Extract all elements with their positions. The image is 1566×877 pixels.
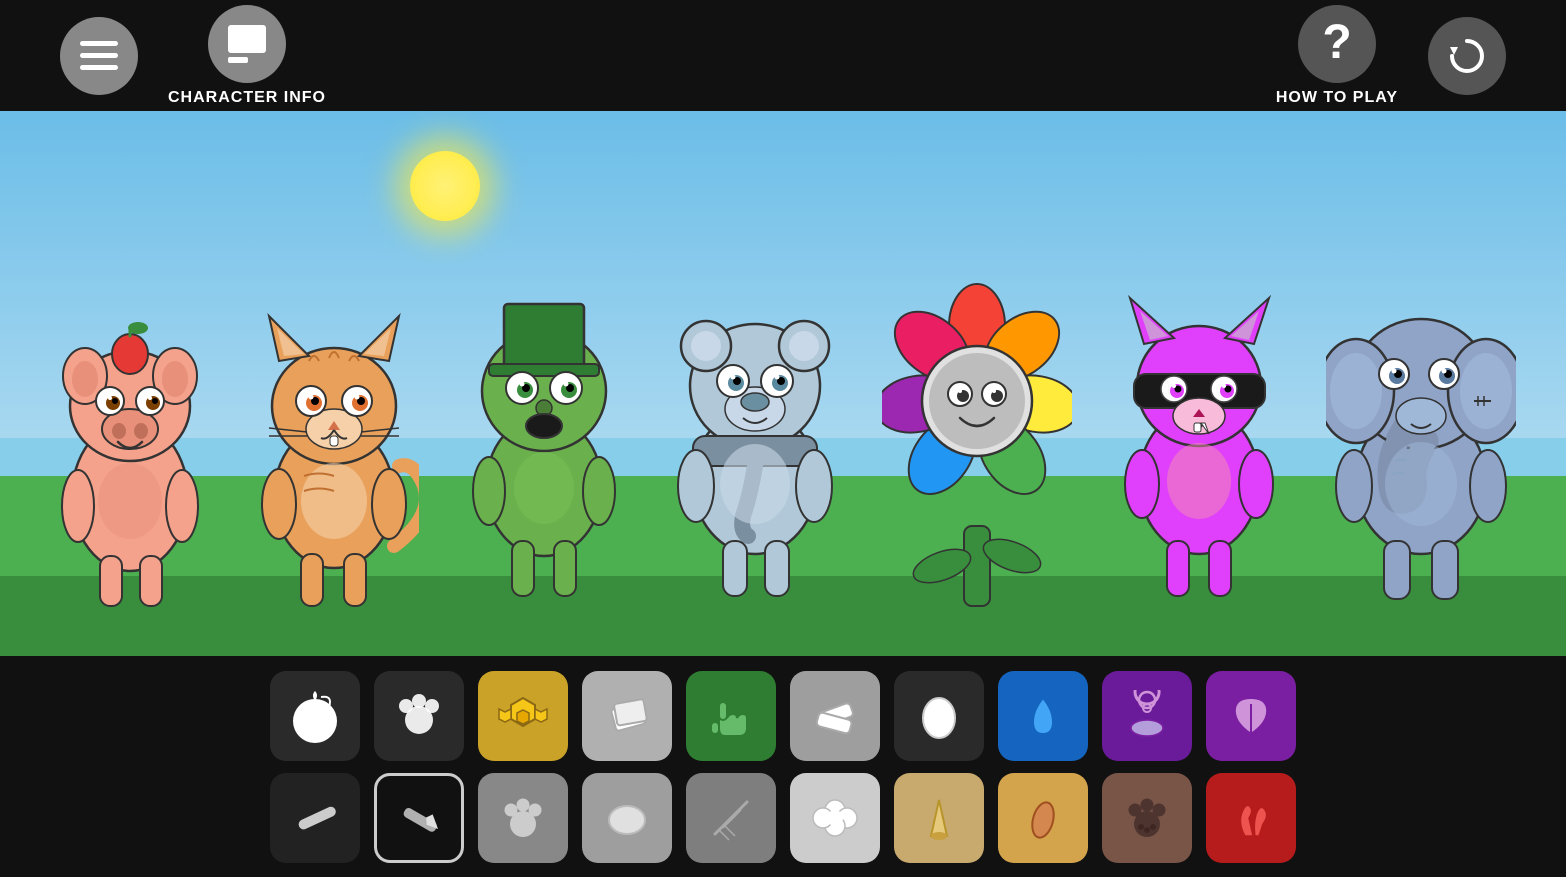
elephant-svg: [1326, 226, 1516, 616]
character-cat: [249, 246, 419, 616]
character-bear: [668, 226, 843, 616]
sun: [400, 141, 490, 231]
tool-slash[interactable]: [270, 773, 360, 863]
toolbar-row-2: [270, 773, 1296, 863]
character-green: [459, 226, 629, 616]
top-bar-right: ? HOW TO PLAY: [1276, 5, 1506, 107]
tool-green-hand[interactable]: [686, 671, 776, 761]
bear-svg: [668, 226, 843, 616]
character-elephant: [1326, 226, 1516, 616]
character-pig: [50, 246, 210, 616]
character-pink-cat: [1112, 226, 1287, 616]
tool-seed[interactable]: [998, 773, 1088, 863]
tool-scroll[interactable]: [582, 671, 672, 761]
tool-blue-drop[interactable]: [998, 671, 1088, 761]
character-info-label: CHARACTER INFO: [168, 89, 326, 107]
tool-paw-white[interactable]: [374, 671, 464, 761]
tool-horn[interactable]: [894, 773, 984, 863]
how-to-play-icon: ?: [1298, 5, 1376, 83]
tool-claw[interactable]: [1206, 773, 1296, 863]
toolbar-row-1: [270, 671, 1296, 761]
scene: [0, 111, 1566, 656]
menu-button[interactable]: [60, 17, 138, 95]
tool-bear-paw[interactable]: [1102, 773, 1192, 863]
characters-container: [0, 226, 1566, 616]
reset-button[interactable]: [1428, 17, 1506, 95]
toolbar: [0, 656, 1566, 877]
sun-core: [410, 151, 480, 221]
tool-apple[interactable]: [270, 671, 360, 761]
tool-egg[interactable]: [894, 671, 984, 761]
tool-gray-paw[interactable]: [478, 773, 568, 863]
cat-svg: [249, 246, 419, 616]
tool-snowflake[interactable]: [790, 773, 880, 863]
tool-honeycomb[interactable]: [478, 671, 568, 761]
reset-icon: [1428, 17, 1506, 95]
pig-svg: [50, 246, 210, 616]
top-bar: CHARACTER INFO ? HOW TO PLAY: [0, 0, 1566, 111]
tool-snail[interactable]: [1102, 671, 1192, 761]
character-flower: [882, 226, 1072, 616]
tool-knife[interactable]: [374, 773, 464, 863]
how-to-play-label: HOW TO PLAY: [1276, 89, 1398, 107]
green-svg: [459, 226, 629, 616]
how-to-play-button[interactable]: ? HOW TO PLAY: [1276, 5, 1398, 107]
character-info-icon: [208, 5, 286, 83]
svg-text:?: ?: [1322, 18, 1351, 69]
menu-icon: [60, 17, 138, 95]
tool-stone[interactable]: [582, 773, 672, 863]
character-info-button[interactable]: CHARACTER INFO: [168, 5, 326, 107]
pink-cat-svg: [1112, 226, 1287, 616]
tool-feather[interactable]: [686, 773, 776, 863]
tool-purple-leaf[interactable]: [1206, 671, 1296, 761]
tool-bandage[interactable]: [790, 671, 880, 761]
flower-svg: [882, 226, 1072, 616]
top-bar-left: CHARACTER INFO: [60, 5, 326, 107]
